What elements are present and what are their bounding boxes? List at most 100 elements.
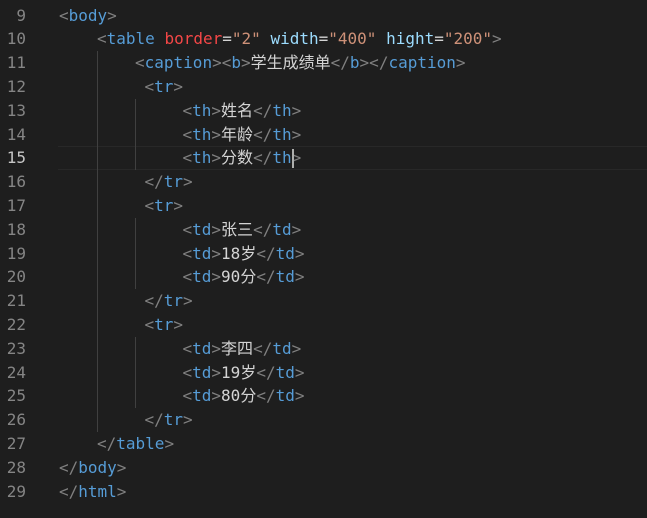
code-token: > bbox=[211, 338, 222, 358]
code-token: </ bbox=[256, 386, 276, 406]
code-token: > bbox=[211, 219, 222, 239]
code-token: body bbox=[78, 457, 117, 477]
code-token: tr bbox=[154, 314, 174, 334]
code-token: th bbox=[272, 148, 292, 168]
code-token: 分数 bbox=[221, 148, 254, 168]
line-number: 15 bbox=[6, 148, 26, 168]
code-line[interactable]: 9 <body> bbox=[0, 4, 647, 28]
code-token: </ bbox=[253, 124, 273, 144]
code-token: </ bbox=[253, 219, 273, 239]
line-number: 16 bbox=[6, 172, 26, 192]
code-token: > bbox=[291, 100, 302, 120]
code-token: ></ bbox=[359, 53, 389, 73]
code-token: < bbox=[182, 362, 193, 382]
code-token: > bbox=[211, 124, 222, 144]
code-token: </ bbox=[256, 243, 276, 263]
code-token: tr bbox=[154, 195, 174, 215]
indent-guide bbox=[97, 51, 98, 432]
code-token: > bbox=[211, 386, 222, 406]
indent-guide bbox=[135, 98, 136, 171]
code-token: > bbox=[211, 243, 222, 263]
code-token: 姓名 bbox=[221, 100, 254, 120]
code-token: < bbox=[144, 76, 155, 96]
code-token: > bbox=[455, 53, 466, 73]
line-number: 22 bbox=[6, 314, 26, 334]
code-token: 80分 bbox=[221, 386, 257, 406]
code-editor[interactable]: 9 <body> 10 <table border="2" width="400" h… bbox=[0, 0, 647, 518]
code-token: 李四 bbox=[221, 338, 254, 358]
code-text: </html> bbox=[59, 480, 126, 504]
line-number: 20 bbox=[6, 267, 26, 287]
code-token: tr bbox=[154, 76, 174, 96]
line-number: 25 bbox=[6, 386, 26, 406]
code-text: <td>18岁</td> bbox=[183, 242, 305, 266]
code-token: tr bbox=[163, 291, 184, 311]
code-line[interactable]: 10 <table border="2" width="400" hight="2… bbox=[0, 27, 647, 51]
code-token: tr bbox=[163, 172, 184, 192]
code-token: = bbox=[434, 29, 444, 49]
code-token: = bbox=[318, 29, 329, 49]
line-number: 26 bbox=[6, 410, 26, 430]
code-text: </tr> bbox=[145, 170, 193, 194]
code-token: td bbox=[275, 243, 295, 263]
code-token: td bbox=[192, 219, 212, 239]
code-text: <td>90分</td> bbox=[183, 265, 305, 289]
code-token: < bbox=[182, 338, 193, 358]
code-token: width bbox=[270, 29, 319, 49]
code-token: < bbox=[182, 148, 193, 168]
code-token: > bbox=[183, 172, 193, 192]
code-token: > bbox=[492, 29, 502, 49]
code-line[interactable]: 27 </table> bbox=[0, 432, 647, 456]
code-token: caption bbox=[388, 53, 456, 73]
line-number: 23 bbox=[6, 338, 26, 358]
code-text: <th>年龄</th> bbox=[183, 123, 302, 147]
code-token: </ bbox=[59, 457, 79, 477]
code-text: <table border="2" width="400" hight="200… bbox=[97, 27, 502, 51]
code-text: <body> bbox=[59, 4, 117, 28]
code-token: </ bbox=[144, 291, 164, 311]
line-number: 11 bbox=[6, 53, 26, 73]
code-token: "200" bbox=[443, 29, 493, 49]
code-token: </ bbox=[330, 53, 350, 73]
code-token: > bbox=[291, 338, 302, 358]
line-number: 27 bbox=[6, 433, 26, 453]
code-token: > bbox=[294, 386, 305, 406]
code-token: 18岁 bbox=[221, 243, 257, 263]
code-text: </tr> bbox=[145, 289, 193, 313]
code-token: th bbox=[272, 124, 292, 144]
code-token: hight bbox=[386, 29, 435, 49]
indent-guide bbox=[135, 217, 136, 290]
code-token: < bbox=[182, 386, 193, 406]
line-number: 28 bbox=[6, 457, 26, 477]
code-token: = bbox=[222, 29, 232, 49]
code-token: > bbox=[291, 219, 302, 239]
code-token: > bbox=[211, 267, 222, 287]
code-token: < bbox=[182, 219, 193, 239]
code-token: 张三 bbox=[221, 219, 254, 239]
code-token: caption bbox=[144, 53, 213, 73]
code-token: td bbox=[275, 267, 295, 287]
code-token: > bbox=[116, 481, 127, 501]
code-token: "400" bbox=[328, 29, 377, 49]
code-token: th bbox=[272, 100, 292, 120]
code-token: > bbox=[211, 362, 222, 382]
code-text: <tr> bbox=[145, 313, 184, 337]
code-token: < bbox=[182, 243, 193, 263]
code-text: <caption><b>学生成绩单</b></caption> bbox=[135, 51, 466, 75]
line-number: 21 bbox=[6, 291, 26, 311]
code-token: > bbox=[107, 5, 117, 25]
line-number: 19 bbox=[6, 243, 26, 263]
code-text: <th>姓名</th> bbox=[183, 99, 302, 123]
code-token: td bbox=[275, 362, 295, 382]
code-token: td bbox=[192, 362, 212, 382]
code-line[interactable]: 29 </html> bbox=[0, 480, 647, 504]
code-token: </ bbox=[97, 433, 117, 453]
code-token: > bbox=[211, 148, 222, 168]
code-text: <td>19岁</td> bbox=[183, 361, 305, 385]
code-token: < bbox=[182, 100, 193, 120]
code-token: < bbox=[182, 267, 193, 287]
code-line[interactable]: 28 </body> bbox=[0, 456, 647, 480]
